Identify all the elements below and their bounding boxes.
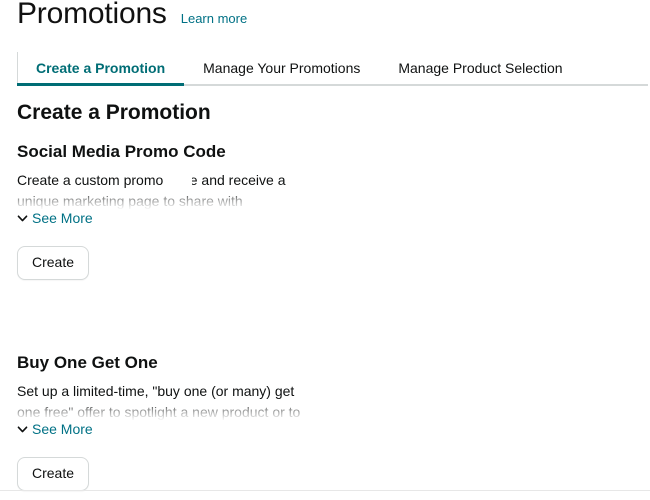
promotion-row-2: Buy One Get One Set up a limited-time, "… xyxy=(0,351,650,491)
promotion-description-wrapper: Create a custom promo code and receive a… xyxy=(17,170,317,211)
create-button-social-media-promo-code[interactable]: Create xyxy=(17,246,90,280)
see-more-link-social-media-promo-code[interactable]: See More xyxy=(17,209,93,228)
tab-manage-your-promotions[interactable]: Manage Your Promotions xyxy=(184,52,379,86)
promotion-card-buy-one-get-one: Buy One Get One Set up a limited-time, "… xyxy=(17,351,317,491)
promotion-row-1: Social Media Promo Code Create a custom … xyxy=(0,140,650,314)
tab-manage-product-selection[interactable]: Manage Product Selection xyxy=(379,52,581,86)
see-more-label: See More xyxy=(32,421,93,437)
promotion-description-buy-one-get-one: Set up a limited-time, "buy one (or many… xyxy=(17,383,301,420)
chevron-down-icon xyxy=(17,424,28,435)
promotion-description-wrapper: Set up a limited-time, "buy one (or many… xyxy=(17,381,317,422)
tab-strip: Create a Promotion Manage Your Promotion… xyxy=(0,52,650,86)
promotion-card-social-media-promo-code-column: Social Media Promo Code Create a custom … xyxy=(0,140,317,280)
see-more-label: See More xyxy=(32,210,93,226)
tab-list: Create a Promotion Manage Your Promotion… xyxy=(17,52,582,86)
page-title: Promotions xyxy=(17,0,167,30)
promotion-title-buy-one-get-one: Buy One Get One xyxy=(17,353,158,372)
chevron-down-icon xyxy=(17,213,28,224)
promotion-card-percentage-off-column: Percentage Off Use Advanced options, to … xyxy=(317,140,650,314)
see-more-link-buy-one-get-one[interactable]: See More xyxy=(17,420,93,439)
learn-more-link[interactable]: Learn more xyxy=(181,10,247,27)
tab-create-a-promotion[interactable]: Create a Promotion xyxy=(17,52,185,86)
promotion-description-social-media-promo-code: Create a custom promo code and receive a… xyxy=(17,172,286,209)
create-button-buy-one-get-one[interactable]: Create xyxy=(17,457,90,491)
promotion-card-buy-one-get-one-column: Buy One Get One Set up a limited-time, "… xyxy=(0,351,317,491)
promotion-title-social-media-promo-code: Social Media Promo Code xyxy=(17,142,226,161)
promotion-type-grid: Social Media Promo Code Create a custom … xyxy=(0,140,650,491)
footer-divider xyxy=(0,490,650,491)
promotions-page: Promotions Learn more Create a Promotion… xyxy=(0,0,650,500)
promotion-card-social-media-promo-code: Social Media Promo Code Create a custom … xyxy=(17,140,317,280)
section-heading: Create a Promotion xyxy=(17,101,211,124)
page-header: Promotions Learn more xyxy=(17,0,247,32)
